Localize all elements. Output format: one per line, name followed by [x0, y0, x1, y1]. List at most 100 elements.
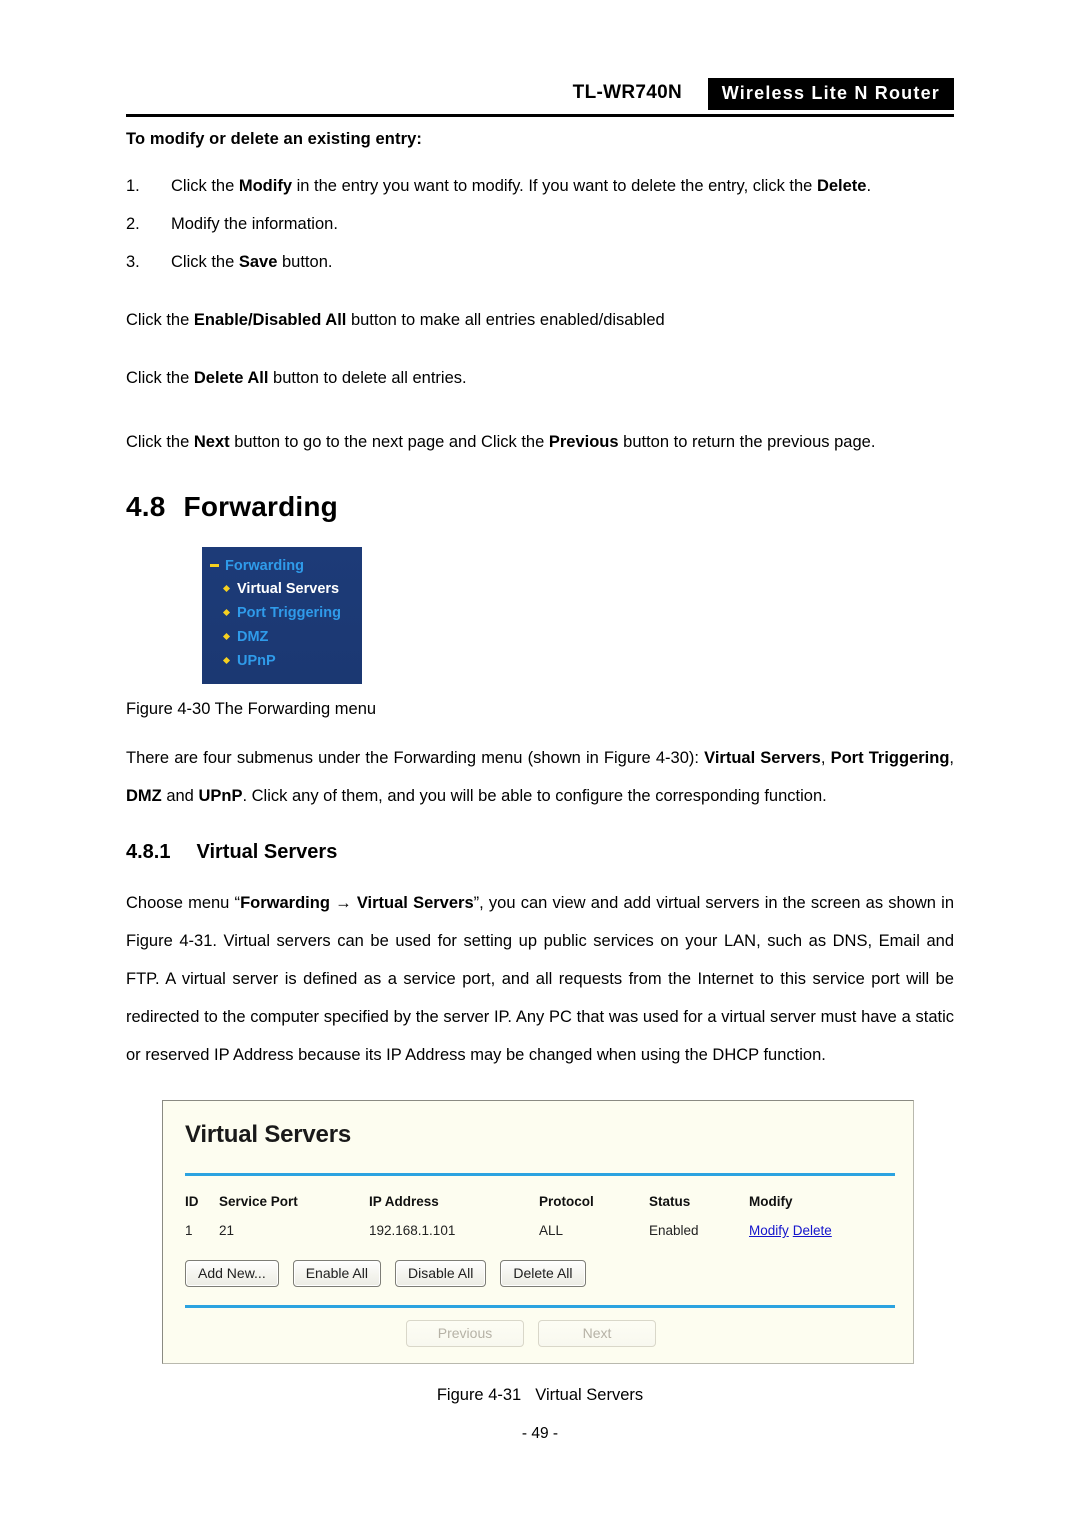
next-button[interactable]: Next	[538, 1320, 656, 1347]
steps-list: 1. Click the Modify in the entry you want…	[126, 167, 954, 281]
note1-text-b: button to make all entries enabled/disab…	[346, 311, 665, 329]
menu-root-label: Forwarding	[225, 558, 304, 574]
step-text-c: .	[866, 177, 872, 195]
note1-text-a: Click the	[126, 311, 194, 329]
note3-text-b: button to go to the next page and Click …	[229, 433, 549, 451]
document-content: To modify or delete an existing entry: 1…	[126, 130, 954, 1405]
delete-all-button[interactable]: Delete All	[500, 1260, 586, 1287]
table-row: 1 21 192.168.1.101 ALL Enabled Modify Del…	[163, 1215, 913, 1242]
column-header-ip-address: IP Address	[369, 1194, 439, 1209]
pagination-controls: Previous Next	[163, 1308, 913, 1363]
vs-intro-text-a: Choose menu “	[126, 894, 241, 912]
column-header-modify: Modify	[749, 1194, 793, 1209]
step-bold-a: Modify	[238, 177, 293, 195]
step-text-b: in the entry you want to modify. If you …	[292, 177, 817, 195]
column-header-service-port: Service Port	[219, 1194, 298, 1209]
figure-number: Figure 4-31	[436, 1386, 522, 1404]
cell-id: 1	[185, 1223, 193, 1238]
modify-delete-heading: To modify or delete an existing entry:	[126, 130, 422, 148]
vs-intro-text-b: ”, you can view and add virtual servers …	[126, 894, 955, 1064]
note-delete-all: Click the Delete All button to delete al…	[126, 359, 954, 397]
page-number: - 49 -	[521, 1425, 559, 1442]
bullet-icon	[222, 656, 231, 664]
cell-ip-address: 192.168.1.101	[369, 1223, 456, 1238]
vs-intro-bold-forwarding: Forwarding	[240, 894, 330, 912]
forwarding-intro-paragraph: There are four submenus under the Forwar…	[126, 739, 954, 815]
note2-text-b: button to delete all entries.	[268, 369, 467, 387]
note2-text-a: Click the	[126, 369, 194, 387]
forwarding-menu-figure: Forwarding Virtual Servers Port Triggeri…	[202, 547, 362, 684]
step-number: 2.	[126, 215, 140, 233]
step-number: 3.	[126, 253, 140, 271]
sidebar-item-label: UPnP	[237, 653, 276, 669]
router-model-label: TL-WR740N	[572, 82, 682, 103]
sidebar-item-dmz[interactable]: DMZ	[202, 625, 362, 649]
step-text-a: Modify the information.	[171, 215, 338, 233]
note3-bold-previous: Previous	[548, 433, 619, 451]
subsection-number: 4.8.1	[126, 841, 171, 863]
subsection-heading: 4.8.1 Virtual Servers	[126, 841, 954, 864]
sidebar-item-upnp[interactable]: UPnP	[202, 649, 362, 673]
modify-link[interactable]: Modify	[749, 1223, 789, 1238]
note-next-previous: Click the Next button to go to the next …	[126, 423, 954, 461]
intro-bold-upnp: UPnP	[198, 787, 243, 805]
router-product-badge: Wireless Lite N Router	[707, 78, 954, 110]
delete-link[interactable]: Delete	[793, 1223, 832, 1238]
figure-4-31-caption: Figure 4-31 Virtual Servers	[126, 1386, 954, 1405]
section-number: 4.8	[126, 491, 166, 522]
page-header: TL-WR740N Wireless Lite N Router	[126, 78, 954, 118]
add-new-button[interactable]: Add New...	[185, 1260, 279, 1287]
vs-intro-arrow-icon: →	[329, 894, 357, 912]
cell-modify-actions: Modify Delete	[749, 1215, 913, 1242]
step-bold-b: Delete	[816, 177, 867, 195]
intro-bold-port-triggering: Port Triggering	[830, 749, 950, 767]
sidebar-item-port-triggering[interactable]: Port Triggering	[202, 601, 362, 625]
column-header-protocol: Protocol	[539, 1194, 594, 1209]
intro-text-e: . Click any of them, and you will be abl…	[242, 787, 827, 805]
intro-text-a: There are four submenus under the Forwar…	[126, 749, 705, 767]
sidebar-item-label: Virtual Servers	[237, 581, 340, 597]
virtual-servers-table: ID Service Port IP Address Protocol Stat…	[163, 1188, 913, 1242]
page-footer: - 49 -	[0, 1425, 1080, 1443]
table-header-row: ID Service Port IP Address Protocol Stat…	[163, 1188, 913, 1215]
page-title: 4.8 Forwarding	[126, 491, 954, 523]
panel-top-divider	[185, 1173, 895, 1176]
virtual-servers-description: Choose menu “Forwarding → Virtual Server…	[126, 884, 954, 1074]
list-item: 3. Click the Save button.	[126, 243, 954, 281]
collapse-minus-icon[interactable]	[210, 563, 219, 567]
virtual-servers-screenshot-panel: Virtual Servers ID Service Port IP Addre…	[162, 1100, 914, 1364]
intro-text-c: ,	[949, 749, 955, 767]
column-header-id: ID	[185, 1194, 199, 1209]
intro-bold-virtual-servers: Virtual Servers	[704, 749, 821, 767]
menu-root-forwarding[interactable]: Forwarding	[202, 556, 362, 577]
note2-bold: Delete All	[193, 369, 269, 387]
cell-status: Enabled	[649, 1223, 699, 1238]
intro-text-b: ,	[820, 749, 831, 767]
vs-intro-bold-virtual-servers: Virtual Servers	[356, 894, 474, 912]
sidebar-item-virtual-servers[interactable]: Virtual Servers	[202, 577, 362, 601]
cell-service-port: 21	[219, 1223, 235, 1238]
note3-text-c: button to return the previous page.	[618, 433, 876, 451]
header-divider-rule	[126, 114, 954, 117]
enable-all-button[interactable]: Enable All	[292, 1260, 381, 1287]
bullet-icon	[222, 608, 231, 616]
subsection-title: Virtual Servers	[196, 841, 338, 863]
section-title: Forwarding	[183, 491, 338, 522]
previous-button[interactable]: Previous	[406, 1320, 524, 1347]
sidebar-item-label: Port Triggering	[237, 605, 341, 621]
intro-text-d: and	[161, 787, 199, 805]
sidebar-item-label: DMZ	[237, 629, 269, 645]
panel-title: Virtual Servers	[185, 1121, 351, 1148]
cell-protocol: ALL	[539, 1223, 564, 1238]
panel-action-buttons: Add New... Enable All Disable All Delete Al…	[163, 1242, 913, 1301]
disable-all-button[interactable]: Disable All	[394, 1260, 487, 1287]
list-item: 1. Click the Modify in the entry you want…	[126, 167, 954, 205]
step-text-a: Click the	[171, 253, 239, 271]
note3-bold-next: Next	[193, 433, 230, 451]
step-bold-a: Save	[238, 253, 278, 271]
step-number: 1.	[126, 177, 140, 195]
step-text-b: button.	[277, 253, 333, 271]
bullet-icon	[222, 632, 231, 640]
figure-title: Virtual Servers	[535, 1386, 644, 1404]
bullet-icon	[222, 584, 231, 592]
